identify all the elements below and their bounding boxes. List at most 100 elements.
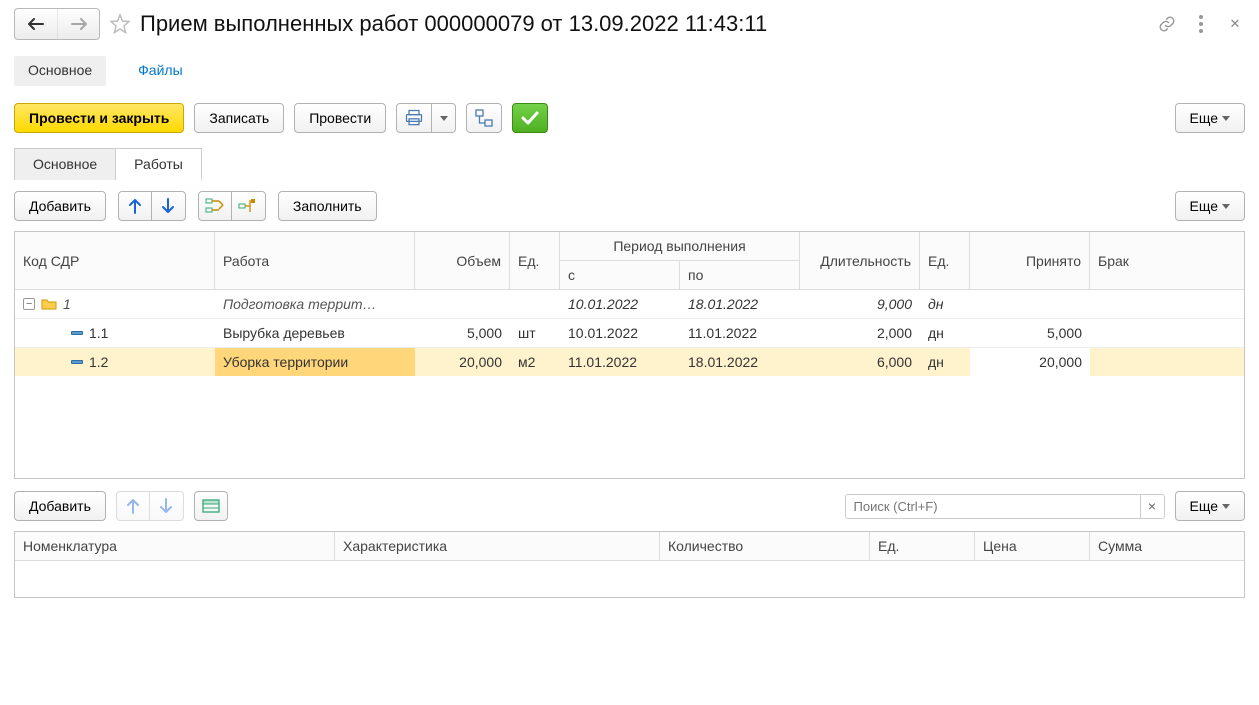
link-icon[interactable]: [1157, 14, 1177, 34]
chevron-down-icon: [1222, 204, 1230, 209]
col-qty[interactable]: Количество: [660, 532, 870, 561]
cell-acc: [970, 290, 1090, 318]
cell-unit: шт: [510, 319, 560, 347]
cell-kod: 1: [63, 296, 71, 312]
cell-from: 10.01.2022: [560, 290, 680, 318]
pick-button[interactable]: [194, 491, 228, 521]
arrow-down-icon: [159, 498, 173, 514]
cell-from: 11.01.2022: [560, 348, 680, 376]
post-button[interactable]: Провести: [294, 103, 386, 133]
post-and-close-button[interactable]: Провести и закрыть: [14, 103, 184, 133]
col-price[interactable]: Цена: [975, 532, 1090, 561]
move-down-button[interactable]: [150, 491, 184, 521]
nomen-grid-body[interactable]: [15, 561, 1244, 597]
col-nomen[interactable]: Номенклатура: [15, 532, 335, 561]
close-icon[interactable]: [1225, 14, 1245, 34]
bottom-panel: Добавить × Еще Номенклатура Характеристи…: [14, 491, 1245, 598]
search-clear-button[interactable]: ×: [1140, 495, 1164, 518]
cell-work: Подготовка террит…: [215, 290, 415, 318]
nav-forward-button[interactable]: [57, 9, 99, 39]
nomen-add-button[interactable]: Добавить: [14, 491, 106, 521]
arrow-left-icon: [28, 18, 44, 30]
nav-group: [14, 8, 100, 40]
cell-vol: 5,000: [415, 319, 510, 347]
section-tab-main[interactable]: Основное: [14, 56, 106, 86]
relations-icon: [475, 109, 493, 127]
cell-rej: [1090, 319, 1244, 347]
print-group: [396, 103, 456, 133]
col-vol[interactable]: Объем: [415, 232, 510, 290]
cell-unit: м2: [510, 348, 560, 376]
cell-kod: 1.2: [89, 354, 108, 370]
works-add-button[interactable]: Добавить: [14, 191, 106, 221]
more-button[interactable]: Еще: [1175, 103, 1246, 133]
col-to[interactable]: по: [680, 261, 799, 289]
works-more-button[interactable]: Еще: [1175, 191, 1246, 221]
print-button[interactable]: [396, 103, 432, 133]
tree-collapse-button[interactable]: [198, 191, 232, 221]
col-sum[interactable]: Сумма: [1090, 532, 1244, 561]
move-down-button[interactable]: [152, 191, 186, 221]
cell-vol: [415, 290, 510, 318]
tree-expand-button[interactable]: [232, 191, 266, 221]
chevron-down-icon: [440, 116, 448, 121]
arrow-up-icon: [128, 198, 142, 214]
table-row[interactable]: 1.2 Уборка территории 20,000 м2 11.01.20…: [15, 348, 1244, 376]
print-icon: [404, 109, 424, 127]
cell-acc: 20,000: [970, 348, 1090, 376]
cell-dur: 2,000: [800, 319, 920, 347]
more-label: Еще: [1190, 498, 1219, 514]
tree-expand-icon: [238, 198, 258, 214]
leaf-icon: [71, 331, 83, 335]
cell-to: 18.01.2022: [680, 348, 800, 376]
table-row[interactable]: − 1 Подготовка террит… 10.01.2022 18.01.…: [15, 290, 1244, 319]
cell-from: 10.01.2022: [560, 319, 680, 347]
approve-button[interactable]: [512, 103, 548, 133]
print-dropdown-button[interactable]: [432, 103, 456, 133]
kebab-menu-icon[interactable]: [1191, 14, 1211, 34]
table-pick-icon: [202, 499, 220, 513]
col-period[interactable]: Период выполнения с по: [560, 232, 800, 290]
inner-tabs: Основное Работы: [14, 147, 1245, 179]
move-up-button[interactable]: [118, 191, 152, 221]
more-label: Еще: [1190, 198, 1219, 214]
arrow-down-icon: [161, 198, 175, 214]
works-grid: Код СДР Работа Объем Ед. Период выполнен…: [14, 231, 1245, 479]
arrow-right-icon: [71, 18, 87, 30]
col-rej[interactable]: Брак: [1090, 232, 1244, 290]
col-kod[interactable]: Код СДР: [15, 232, 215, 290]
check-icon: [521, 111, 539, 125]
move-group-bottom: [116, 491, 184, 521]
works-fill-button[interactable]: Заполнить: [278, 191, 377, 221]
col-unit[interactable]: Ед.: [870, 532, 975, 561]
col-from[interactable]: с: [560, 261, 680, 289]
relations-button[interactable]: [466, 103, 502, 133]
cell-to: 11.01.2022: [680, 319, 800, 347]
inner-tab-main[interactable]: Основное: [14, 148, 116, 180]
table-row[interactable]: 1.1 Вырубка деревьев 5,000 шт 10.01.2022…: [15, 319, 1244, 348]
nomen-more-button[interactable]: Еще: [1175, 491, 1246, 521]
section-tab-files[interactable]: Файлы: [124, 56, 196, 86]
cell-acc: 5,000: [970, 319, 1090, 347]
cell-work: Вырубка деревьев: [215, 319, 415, 347]
favorite-star-icon[interactable]: [108, 12, 132, 36]
col-char[interactable]: Характеристика: [335, 532, 660, 561]
works-grid-head: Код СДР Работа Объем Ед. Период выполнен…: [15, 232, 1244, 290]
col-dur[interactable]: Длительность: [800, 232, 920, 290]
folder-icon: [41, 298, 57, 310]
collapse-toggle-icon[interactable]: −: [23, 298, 35, 310]
move-up-button[interactable]: [116, 491, 150, 521]
works-grid-body[interactable]: − 1 Подготовка террит… 10.01.2022 18.01.…: [15, 290, 1244, 478]
col-dunit[interactable]: Ед.: [920, 232, 970, 290]
works-toolbar: Добавить Заполнить Еще: [14, 191, 1245, 221]
save-button[interactable]: Записать: [194, 103, 284, 133]
search-input[interactable]: [846, 495, 1140, 518]
nav-back-button[interactable]: [15, 9, 57, 39]
inner-tab-works[interactable]: Работы: [116, 148, 202, 180]
col-unit[interactable]: Ед.: [510, 232, 560, 290]
cell-dur: 9,000: [800, 290, 920, 318]
cell-dunit: дн: [920, 319, 970, 347]
col-acc[interactable]: Принято: [970, 232, 1090, 290]
move-group: [118, 191, 186, 221]
col-work[interactable]: Работа: [215, 232, 415, 290]
